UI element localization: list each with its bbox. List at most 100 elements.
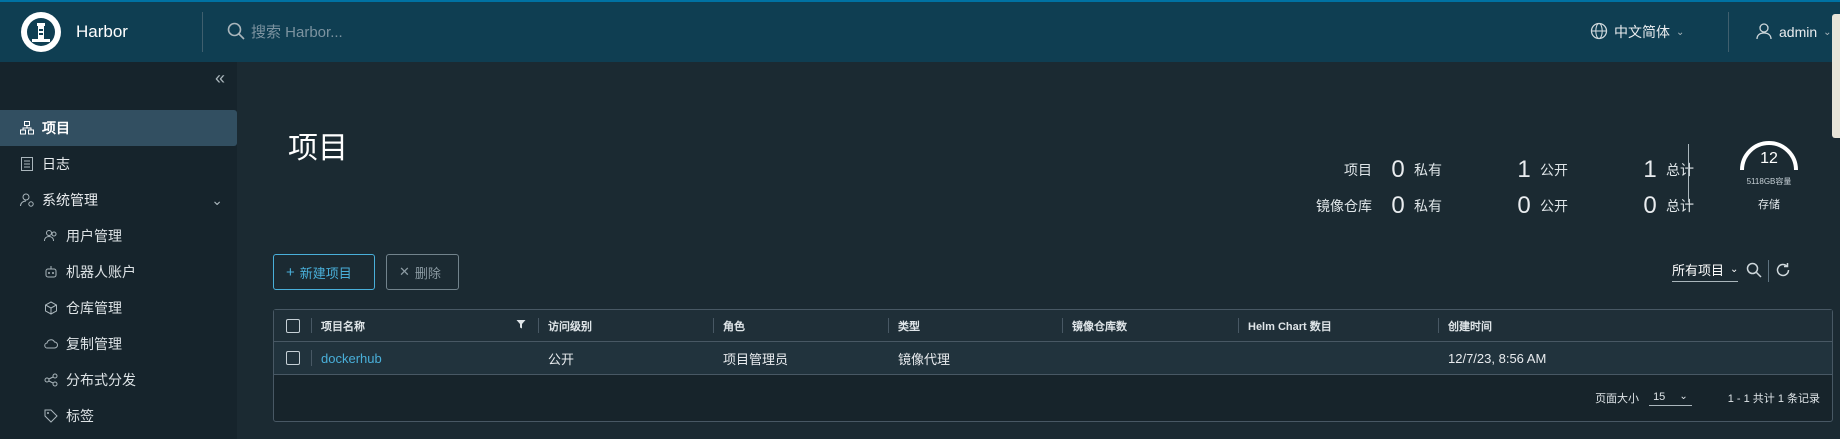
- stat-public-label: 公开: [1540, 198, 1568, 214]
- stats-divider: [1688, 144, 1689, 202]
- stat-label: 镜像仓库: [1316, 198, 1372, 214]
- sidebar-item-robot-accounts[interactable]: 机器人账户: [0, 254, 237, 290]
- column-header-created[interactable]: 创建时间: [1438, 310, 1638, 341]
- table-row: dockerhub 公开 项目管理员 镜像代理 12/7/23, 8:56 AM: [274, 342, 1832, 375]
- project-filter: 所有项目 ⌄: [1672, 260, 1791, 282]
- page-size-value: 15: [1653, 390, 1666, 403]
- sidebar-item-label: 仓库管理: [66, 300, 122, 316]
- collapse-sidebar-icon[interactable]: «: [215, 68, 225, 89]
- cell-access: 公开: [538, 342, 713, 374]
- main-content: 项目 项目 0 私有 1 公开 1 总计 镜像仓库 0 私有 0 公开 0 总计: [237, 62, 1840, 439]
- admin-user-icon: [20, 193, 34, 207]
- user-menu[interactable]: admin ⌄: [1755, 2, 1832, 62]
- cell-repo-count: [1062, 342, 1238, 374]
- column-header-label: 类型: [898, 320, 920, 333]
- sidebar-item-registries[interactable]: 仓库管理: [0, 290, 237, 326]
- filter-selected: 所有项目: [1672, 263, 1725, 278]
- stat-public-count: 0: [1517, 192, 1531, 219]
- filter-divider: [1768, 260, 1770, 282]
- users-icon: [44, 229, 58, 243]
- sidebar-item-logs[interactable]: 日志: [0, 146, 237, 182]
- chevron-down-icon: ⌄: [1730, 264, 1739, 275]
- header-divider: [202, 12, 203, 52]
- cell-type: 镜像代理: [888, 342, 1062, 374]
- project-filter-select[interactable]: 所有项目 ⌄: [1672, 260, 1739, 282]
- search-input[interactable]: [251, 23, 651, 41]
- new-project-button[interactable]: + 新建项目: [273, 254, 375, 290]
- page-size-select[interactable]: 15 ⌄: [1649, 391, 1692, 406]
- column-header-label: 创建时间: [1448, 320, 1492, 333]
- sidebar-item-label: 机器人账户: [66, 264, 136, 280]
- brand-name: Harbor: [76, 22, 128, 41]
- app-header: Harbor 中文简体 ⌄ admin ⌄: [0, 2, 1840, 62]
- type-value: 镜像代理: [898, 351, 951, 367]
- cell-role: 项目管理员: [713, 342, 888, 374]
- sidebar-item-label: 标签: [66, 408, 94, 424]
- row-checkbox[interactable]: [286, 351, 300, 365]
- cube-icon: [44, 301, 58, 315]
- delete-button[interactable]: ✕ 删除: [386, 254, 459, 290]
- plus-icon: +: [286, 263, 295, 281]
- delete-label: 删除: [414, 265, 441, 281]
- stat-total-label: 总计: [1666, 162, 1694, 178]
- storage-value: 12: [1760, 150, 1778, 167]
- refresh-icon[interactable]: [1775, 262, 1791, 281]
- language-label: 中文简体: [1614, 24, 1670, 40]
- column-header-label: 角色: [723, 320, 745, 333]
- row-select-cell: [274, 342, 311, 374]
- chevron-down-icon: ⌄: [1676, 26, 1685, 38]
- table-footer: 页面大小 15 ⌄ 1 - 1 共计 1 条记录: [274, 375, 1832, 421]
- sidebar-item-label: 分布式分发: [66, 372, 136, 388]
- storage-capacity: 5118GB容量: [1746, 177, 1792, 186]
- sidebar-item-users[interactable]: 用户管理: [0, 218, 237, 254]
- table-header: 项目名称 访问级别 角色 类型 镜像仓库数 Helm Chart 数目 创建时间: [274, 310, 1832, 342]
- projects-icon: [20, 121, 34, 135]
- stat-total-count: 1: [1643, 156, 1657, 183]
- sidebar-item-distributions[interactable]: 分布式分发: [0, 362, 237, 398]
- search-icon[interactable]: [1746, 262, 1762, 281]
- column-header-chart-count[interactable]: Helm Chart 数目: [1238, 310, 1438, 341]
- tag-icon: [44, 409, 58, 423]
- stat-private-count: 0: [1391, 192, 1405, 219]
- stats-repos-row: 镜像仓库 0 私有 0 公开 0 总计: [1277, 188, 1736, 224]
- column-header-type[interactable]: 类型: [888, 310, 1062, 341]
- sidebar-item-labels[interactable]: 标签: [0, 398, 237, 434]
- global-search: [227, 22, 827, 43]
- username: admin: [1779, 24, 1818, 40]
- column-header-access[interactable]: 访问级别: [538, 310, 713, 341]
- stat-public-label: 公开: [1540, 162, 1568, 178]
- language-selector[interactable]: 中文简体 ⌄: [1590, 2, 1684, 62]
- header-divider-right: [1728, 12, 1729, 52]
- sidebar-item-replications[interactable]: 复制管理: [0, 326, 237, 362]
- stat-total-count: 0: [1643, 192, 1657, 219]
- select-all-checkbox[interactable]: [286, 318, 300, 333]
- access-value: 公开: [548, 351, 575, 367]
- robot-icon: [44, 265, 58, 279]
- projects-table: 项目名称 访问级别 角色 类型 镜像仓库数 Helm Chart 数目 创建时间…: [273, 309, 1833, 422]
- stat-private-label: 私有: [1414, 162, 1442, 178]
- column-header-role[interactable]: 角色: [713, 310, 888, 341]
- brand[interactable]: Harbor: [0, 2, 202, 62]
- storage-arc: 12: [1738, 138, 1800, 172]
- chevron-down-icon: ⌄: [211, 191, 223, 208]
- sidebar-item-projects[interactable]: 项目: [0, 110, 237, 146]
- column-header-name[interactable]: 项目名称: [311, 310, 538, 341]
- sidebar-item-administration[interactable]: 系统管理 ⌄: [0, 182, 237, 218]
- created-value: 12/7/23, 8:56 AM: [1448, 350, 1547, 366]
- share-icon: [44, 373, 58, 387]
- project-name-link[interactable]: dockerhub: [321, 351, 382, 366]
- filter-icon[interactable]: [516, 319, 526, 332]
- column-header-label: 项目名称: [321, 320, 365, 333]
- storage-gauge: 12 5118GB容量 存储: [1729, 138, 1809, 212]
- project-stats: 项目 0 私有 1 公开 1 总计 镜像仓库 0 私有 0 公开 0 总计: [1277, 152, 1736, 224]
- column-header-label: 镜像仓库数: [1072, 320, 1127, 333]
- page-size-label: 页面大小: [1595, 393, 1640, 405]
- user-icon: [1755, 22, 1773, 43]
- column-header-repo-count[interactable]: 镜像仓库数: [1062, 310, 1238, 341]
- stat-public-count: 1: [1517, 156, 1531, 183]
- pagination-summary: 1 - 1 共计 1 条记录: [1727, 393, 1820, 405]
- sidebar: « 项目 日志 系统管理 ⌄ 用户管理 机器人账户 仓库管理 复制管理 分布式分…: [0, 62, 237, 439]
- globe-icon: [1590, 22, 1608, 43]
- page-title: 项目: [288, 132, 348, 165]
- role-value: 项目管理员: [723, 351, 789, 367]
